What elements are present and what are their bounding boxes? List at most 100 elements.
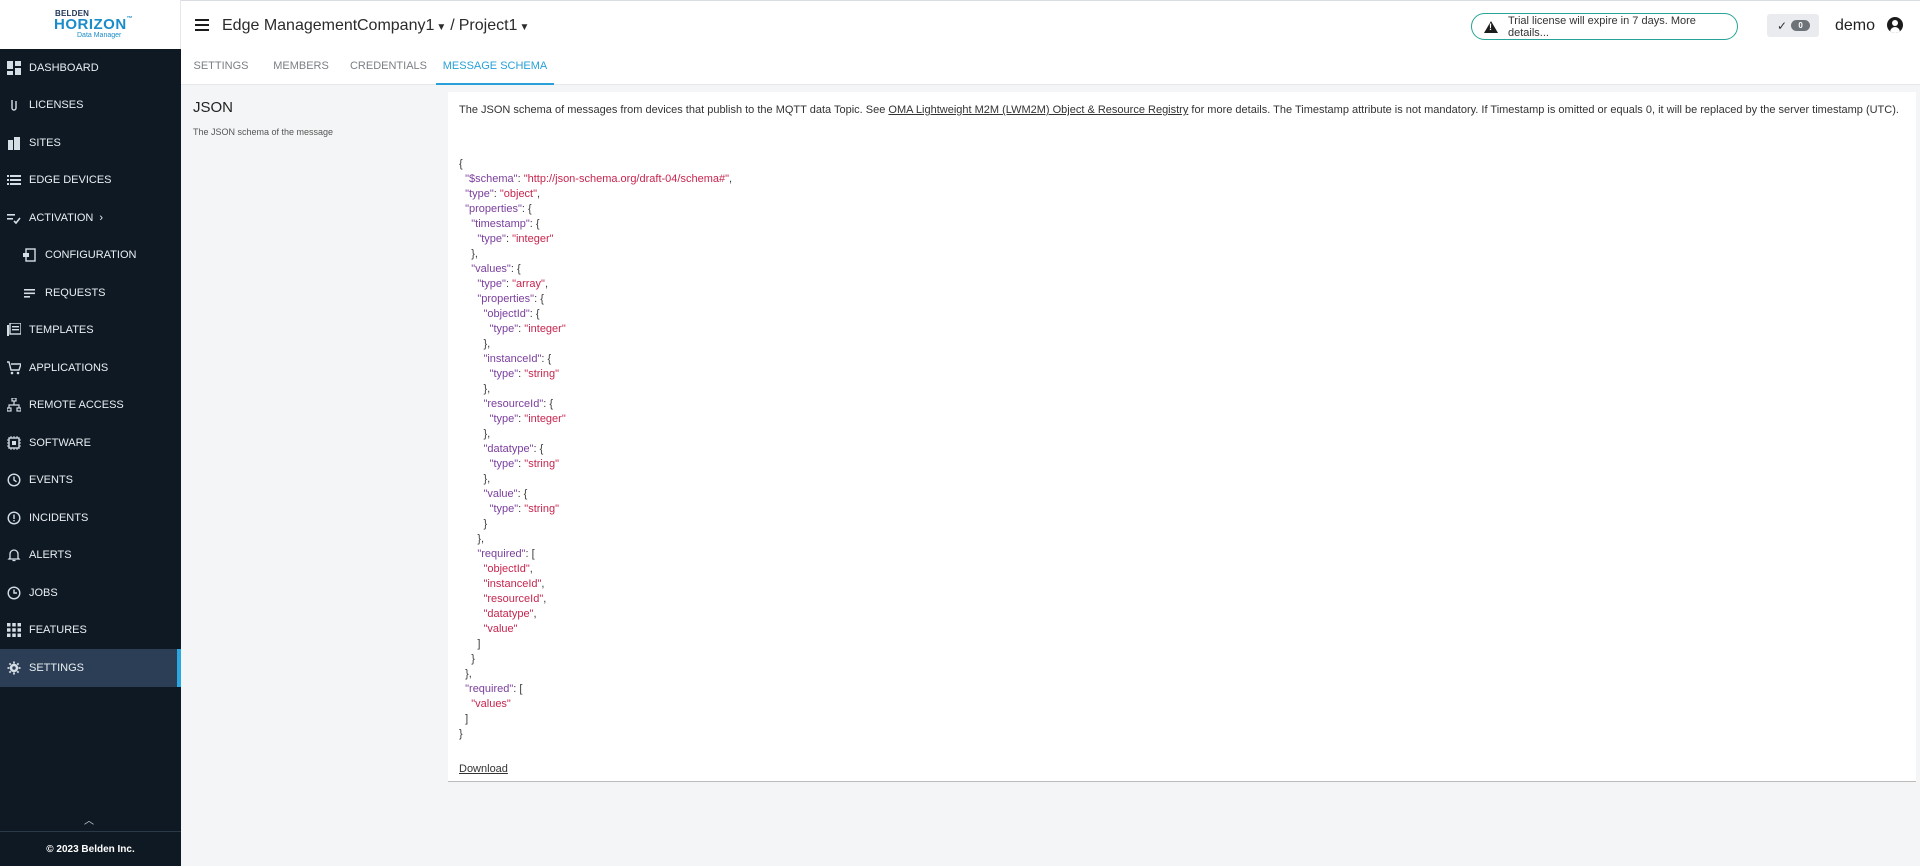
sidebar-item-features[interactable]: FEATURES [0,612,181,650]
code-line: }, [483,383,491,395]
dashboard-icon [6,60,22,76]
code-line: }, [465,668,472,680]
sidebar-item-label: LICENSES [29,99,84,112]
code-line: ] [477,638,481,650]
chevron-down-icon: ▼ [519,22,530,33]
copyright-footer: © 2023 Belden Inc. [0,831,181,866]
logo-horizon-text: HORIZON™ [54,16,134,33]
settings-tabs: SETTINGS MEMBERS CREDENTIALS MESSAGE SCH… [181,50,1920,85]
code-line: "type": "string" [489,503,560,515]
sidebar-item-alerts[interactable]: ALERTS [0,537,181,575]
chevron-down-icon: ▼ [436,22,447,33]
sidebar: BELDEN HORIZON™ Data Manager DASHBOARD L… [0,0,181,866]
code-line: "resourceId": { [483,398,554,410]
sidebar-item-licenses[interactable]: LICENSES [0,87,181,125]
templates-icon [6,322,22,338]
sidebar-item-label: REQUESTS [45,286,106,299]
section-heading: JSON [193,99,234,116]
sidebar-item-label: REMOTE ACCESS [29,399,124,412]
alert-circle-icon [6,510,22,526]
code-line: "timestamp": { [471,218,540,230]
collapse-up-icon[interactable]: ︿ [82,817,96,827]
sidebar-item-requests[interactable]: REQUESTS [0,274,181,312]
sidebar-item-label: APPLICATIONS [29,361,109,374]
clock-icon [6,585,22,601]
code-line: "instanceId", [483,578,545,590]
code-line: }, [483,473,491,485]
sidebar-item-remote-access[interactable]: REMOTE ACCESS [0,387,181,425]
history-icon [6,472,22,488]
breadcrumb-separator: / [450,17,455,34]
code-line: }, [483,338,491,350]
code-line: "type": "string" [489,458,560,470]
chip-icon [6,435,22,451]
sidebar-item-sites[interactable]: SITES [0,124,181,162]
account-icon[interactable] [1887,17,1903,33]
lwm2m-registry-link[interactable]: OMA Lightweight M2M (LWM2M) Object & Res… [888,104,1188,116]
sidebar-item-label: SETTINGS [29,661,85,674]
sidebar-item-applications[interactable]: APPLICATIONS [0,349,181,387]
logo[interactable]: BELDEN HORIZON™ Data Manager [0,0,181,49]
sidebar-item-label: JOBS [29,586,58,599]
sidebar-item-software[interactable]: SOFTWARE [0,424,181,462]
sidebar-item-templates[interactable]: TEMPLATES [0,312,181,350]
activation-icon [6,210,22,226]
sidebar-item-incidents[interactable]: INCIDENTS [0,499,181,537]
sidebar-item-label: INCIDENTS [29,511,89,524]
code-line: "$schema": "http://json-schema.org/draft… [465,173,733,185]
top-bar: Edge Management Company1▼ / Project1▼ Tr… [181,0,1920,50]
status-button[interactable]: ✓ 0 [1767,14,1819,37]
sidebar-item-label: FEATURES [29,624,87,637]
network-icon [6,397,22,413]
code-line: } [483,518,488,530]
sidebar-item-label: SOFTWARE [29,436,91,449]
code-line: "objectId": { [483,308,540,320]
sidebar-item-label: CONFIGURATION [45,249,137,262]
configuration-icon [22,247,38,263]
code-line: "value": { [483,488,528,500]
trial-license-banner[interactable]: Trial license will expire in 7 days. Mor… [1471,13,1738,40]
schema-intro: The JSON schema of messages from devices… [459,104,1899,116]
sidebar-item-jobs[interactable]: JOBS [0,574,181,612]
tab-message-schema[interactable]: MESSAGE SCHEMA [436,50,554,85]
company-selector[interactable]: Company1 ▼ [357,17,446,35]
code-line: "type": "object", [465,188,541,200]
code-line: "datatype", [483,608,537,620]
license-icon [6,97,22,113]
code-line: } [459,728,463,740]
sidebar-item-activation[interactable]: ACTIVATION › [0,199,181,237]
code-line: } [471,653,475,665]
tab-members[interactable]: MEMBERS [261,50,341,85]
project-selector[interactable]: Project1 ▼ [459,17,530,35]
grid-icon [6,622,22,638]
sites-icon [6,135,22,151]
sidebar-item-configuration[interactable]: CONFIGURATION [0,237,181,275]
code-line: { [459,158,463,170]
menu-icon[interactable] [195,19,209,31]
user-name[interactable]: demo [1835,17,1875,35]
trial-license-text: Trial license will expire in 7 days. Mor… [1508,14,1696,39]
tab-settings[interactable]: SETTINGS [181,50,261,85]
code-line: }, [477,533,485,545]
code-line: "type": "integer" [489,413,566,425]
code-line: "datatype": { [483,443,544,455]
list-icon [6,172,22,188]
code-line: "type": "array", [477,278,549,290]
sidebar-item-dashboard[interactable]: DASHBOARD [0,49,181,87]
code-line: "objectId", [483,563,533,575]
code-line: "properties": { [465,203,532,215]
code-line: "values": { [471,263,521,275]
bell-icon [6,547,22,563]
requests-icon [22,285,38,301]
tab-credentials[interactable]: CREDENTIALS [341,50,436,85]
schema-card: The JSON schema of messages from devices… [448,92,1916,782]
app-title: Edge Management [222,17,358,34]
code-line: "resourceId", [483,593,547,605]
breadcrumb: Company1 ▼ / Project1 ▼ [357,17,529,35]
check-icon: ✓ [1777,18,1788,33]
sidebar-item-settings[interactable]: SETTINGS [0,649,181,687]
sidebar-item-events[interactable]: EVENTS [0,462,181,500]
status-count-badge: 0 [1791,20,1811,31]
sidebar-item-edge-devices[interactable]: EDGE DEVICES [0,162,181,200]
download-link[interactable]: Download [459,763,508,775]
